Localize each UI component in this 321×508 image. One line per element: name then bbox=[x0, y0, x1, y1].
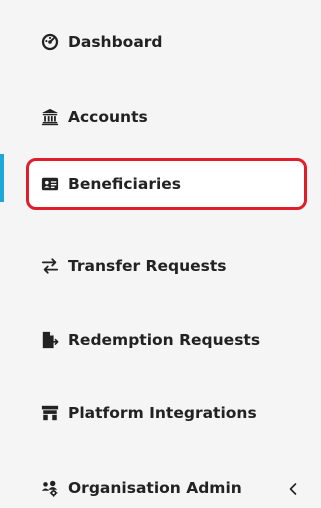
sidebar-item-label: Accounts bbox=[68, 108, 148, 126]
integration-icon bbox=[40, 403, 60, 423]
sidebar-nav: Dashboard Accounts Beneficiaries Transfe… bbox=[0, 0, 321, 508]
users-cog-icon bbox=[40, 478, 60, 498]
active-indicator bbox=[0, 154, 4, 202]
sidebar-item-label: Transfer Requests bbox=[68, 257, 227, 275]
sidebar-item-label: Platform Integrations bbox=[68, 404, 257, 422]
file-export-icon bbox=[40, 330, 60, 350]
sidebar-item-platform-integrations[interactable]: Platform Integrations bbox=[26, 391, 307, 435]
sidebar-item-label: Organisation Admin bbox=[68, 479, 242, 497]
dashboard-icon bbox=[40, 32, 60, 52]
transfer-arrows-icon bbox=[40, 256, 60, 276]
sidebar-item-label: Redemption Requests bbox=[68, 331, 261, 349]
sidebar-item-label: Dashboard bbox=[68, 33, 163, 51]
id-card-icon bbox=[40, 174, 60, 194]
sidebar-item-beneficiaries[interactable]: Beneficiaries bbox=[26, 158, 307, 210]
sidebar-item-redemption-requests[interactable]: Redemption Requests bbox=[26, 318, 307, 362]
sidebar-item-organisation-admin[interactable]: Organisation Admin bbox=[26, 466, 307, 508]
sidebar-item-label: Beneficiaries bbox=[68, 175, 182, 193]
chevron-left-icon[interactable] bbox=[287, 481, 299, 495]
sidebar-item-dashboard[interactable]: Dashboard bbox=[26, 20, 307, 64]
sidebar-item-accounts[interactable]: Accounts bbox=[26, 95, 307, 139]
bank-icon bbox=[40, 107, 60, 127]
sidebar-item-transfer-requests[interactable]: Transfer Requests bbox=[26, 244, 307, 288]
